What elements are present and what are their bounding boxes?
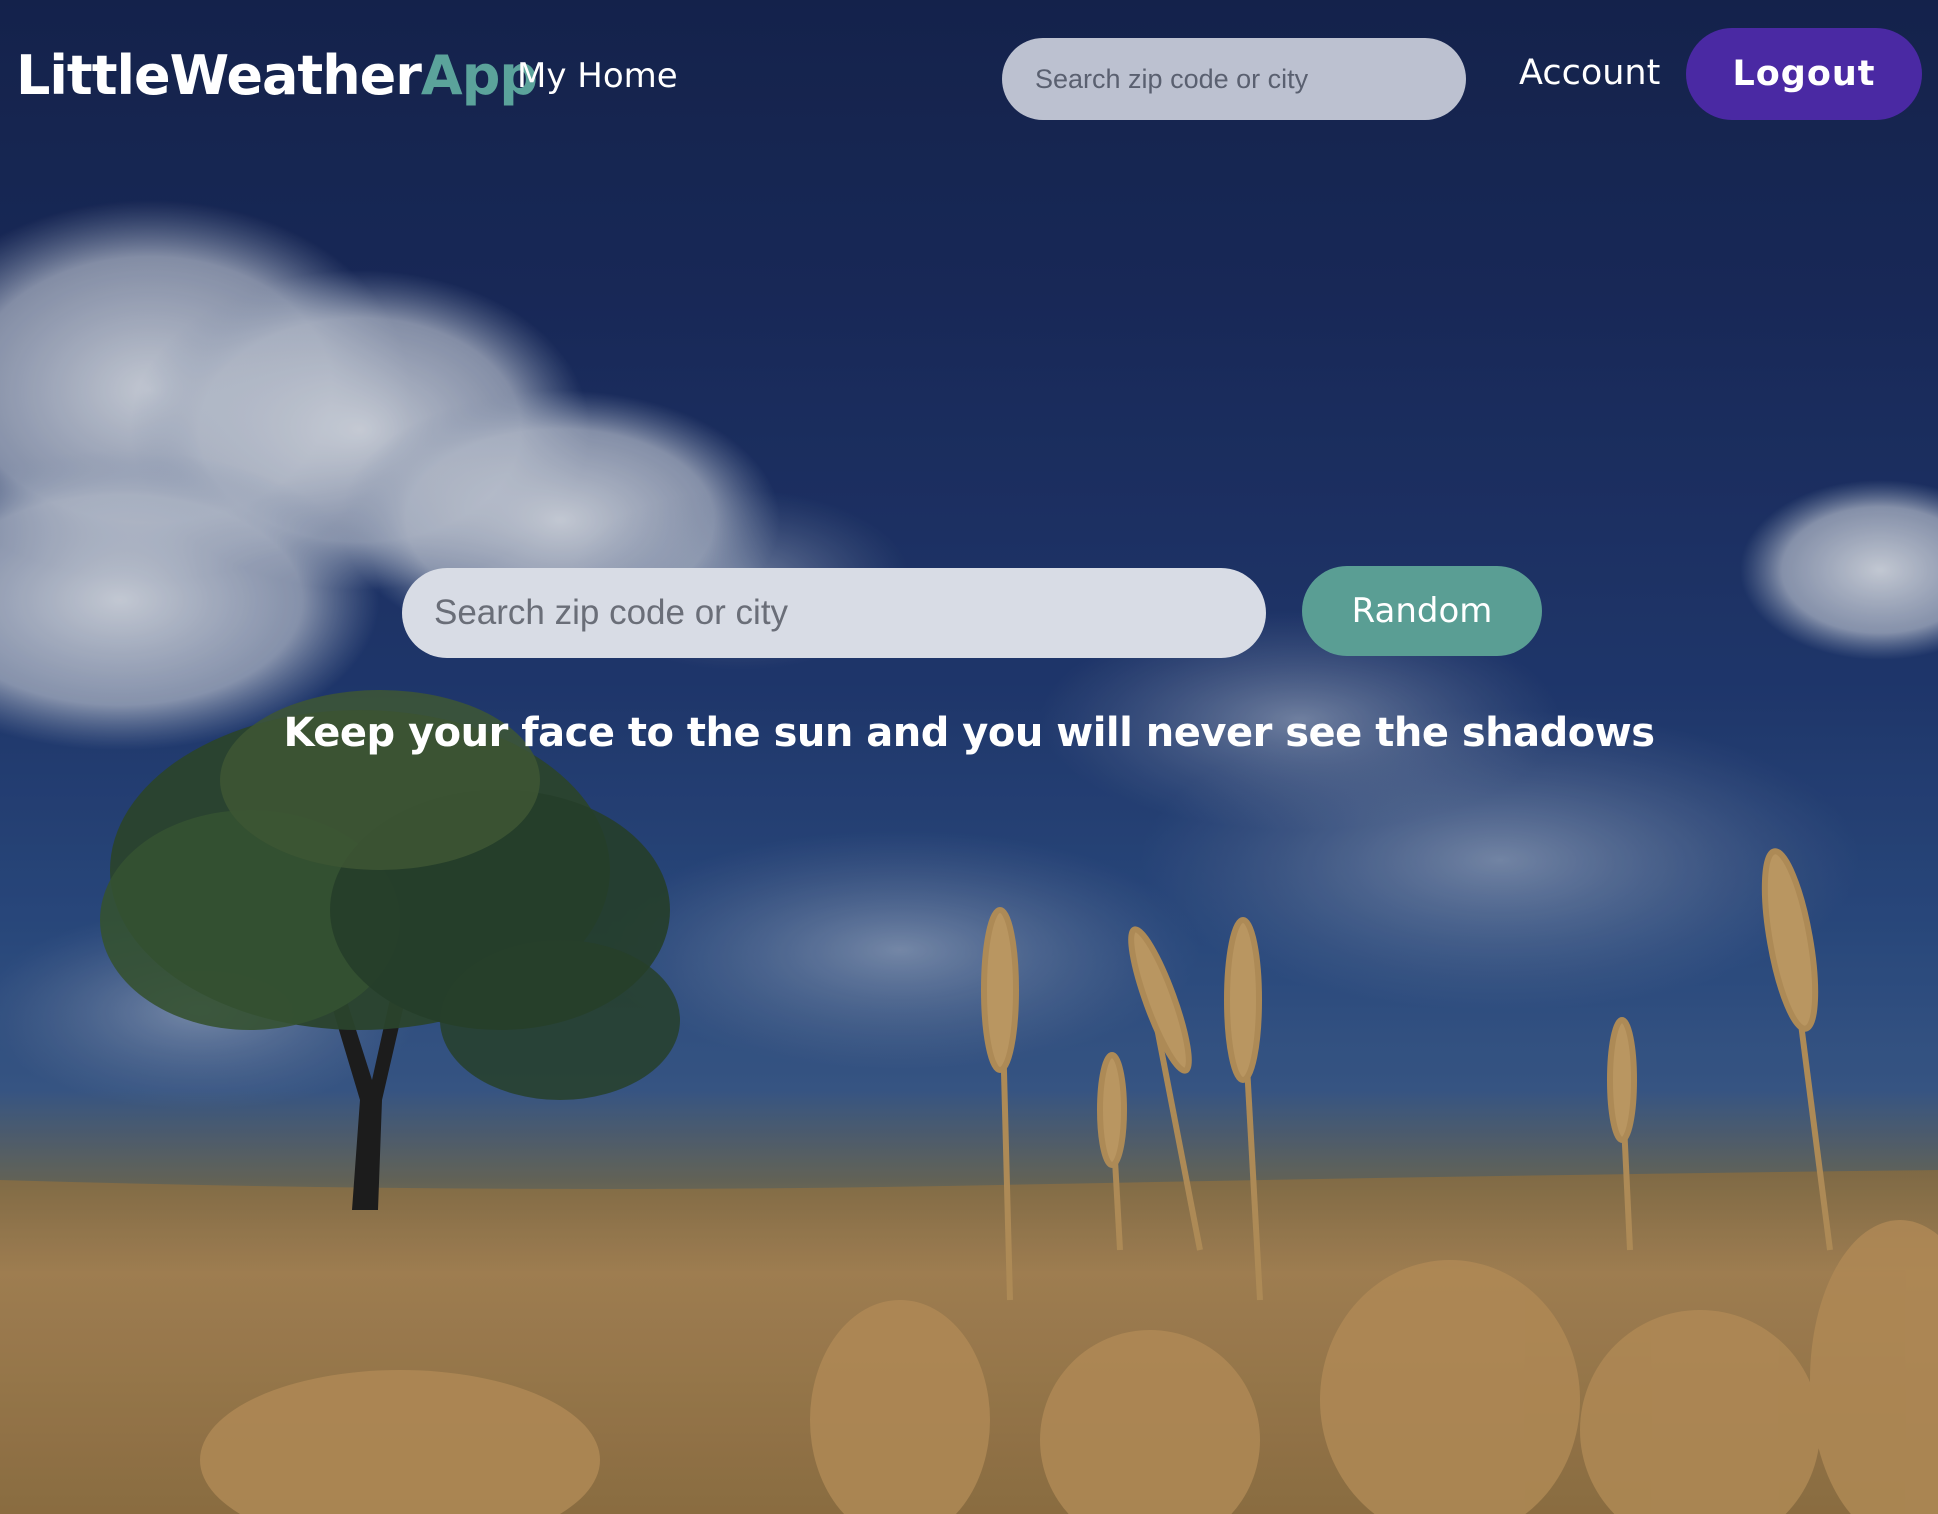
logout-button[interactable]: Logout (1686, 28, 1922, 120)
app-logo[interactable]: LittleWeatherApp (16, 44, 538, 107)
logo-main-text: LittleWeather (16, 44, 422, 107)
nav-account-link[interactable]: Account (1519, 53, 1660, 93)
nav-my-home-link[interactable]: My Home (517, 56, 678, 96)
background-landscape (0, 0, 1938, 1514)
header-search-input[interactable] (1002, 38, 1466, 120)
tagline-quote: Keep your face to the sun and you will n… (283, 710, 1655, 756)
hero-search-input[interactable] (402, 568, 1266, 658)
page: LittleWeatherApp My Home Account Logout … (0, 0, 1938, 1514)
random-button[interactable]: Random (1302, 566, 1542, 656)
